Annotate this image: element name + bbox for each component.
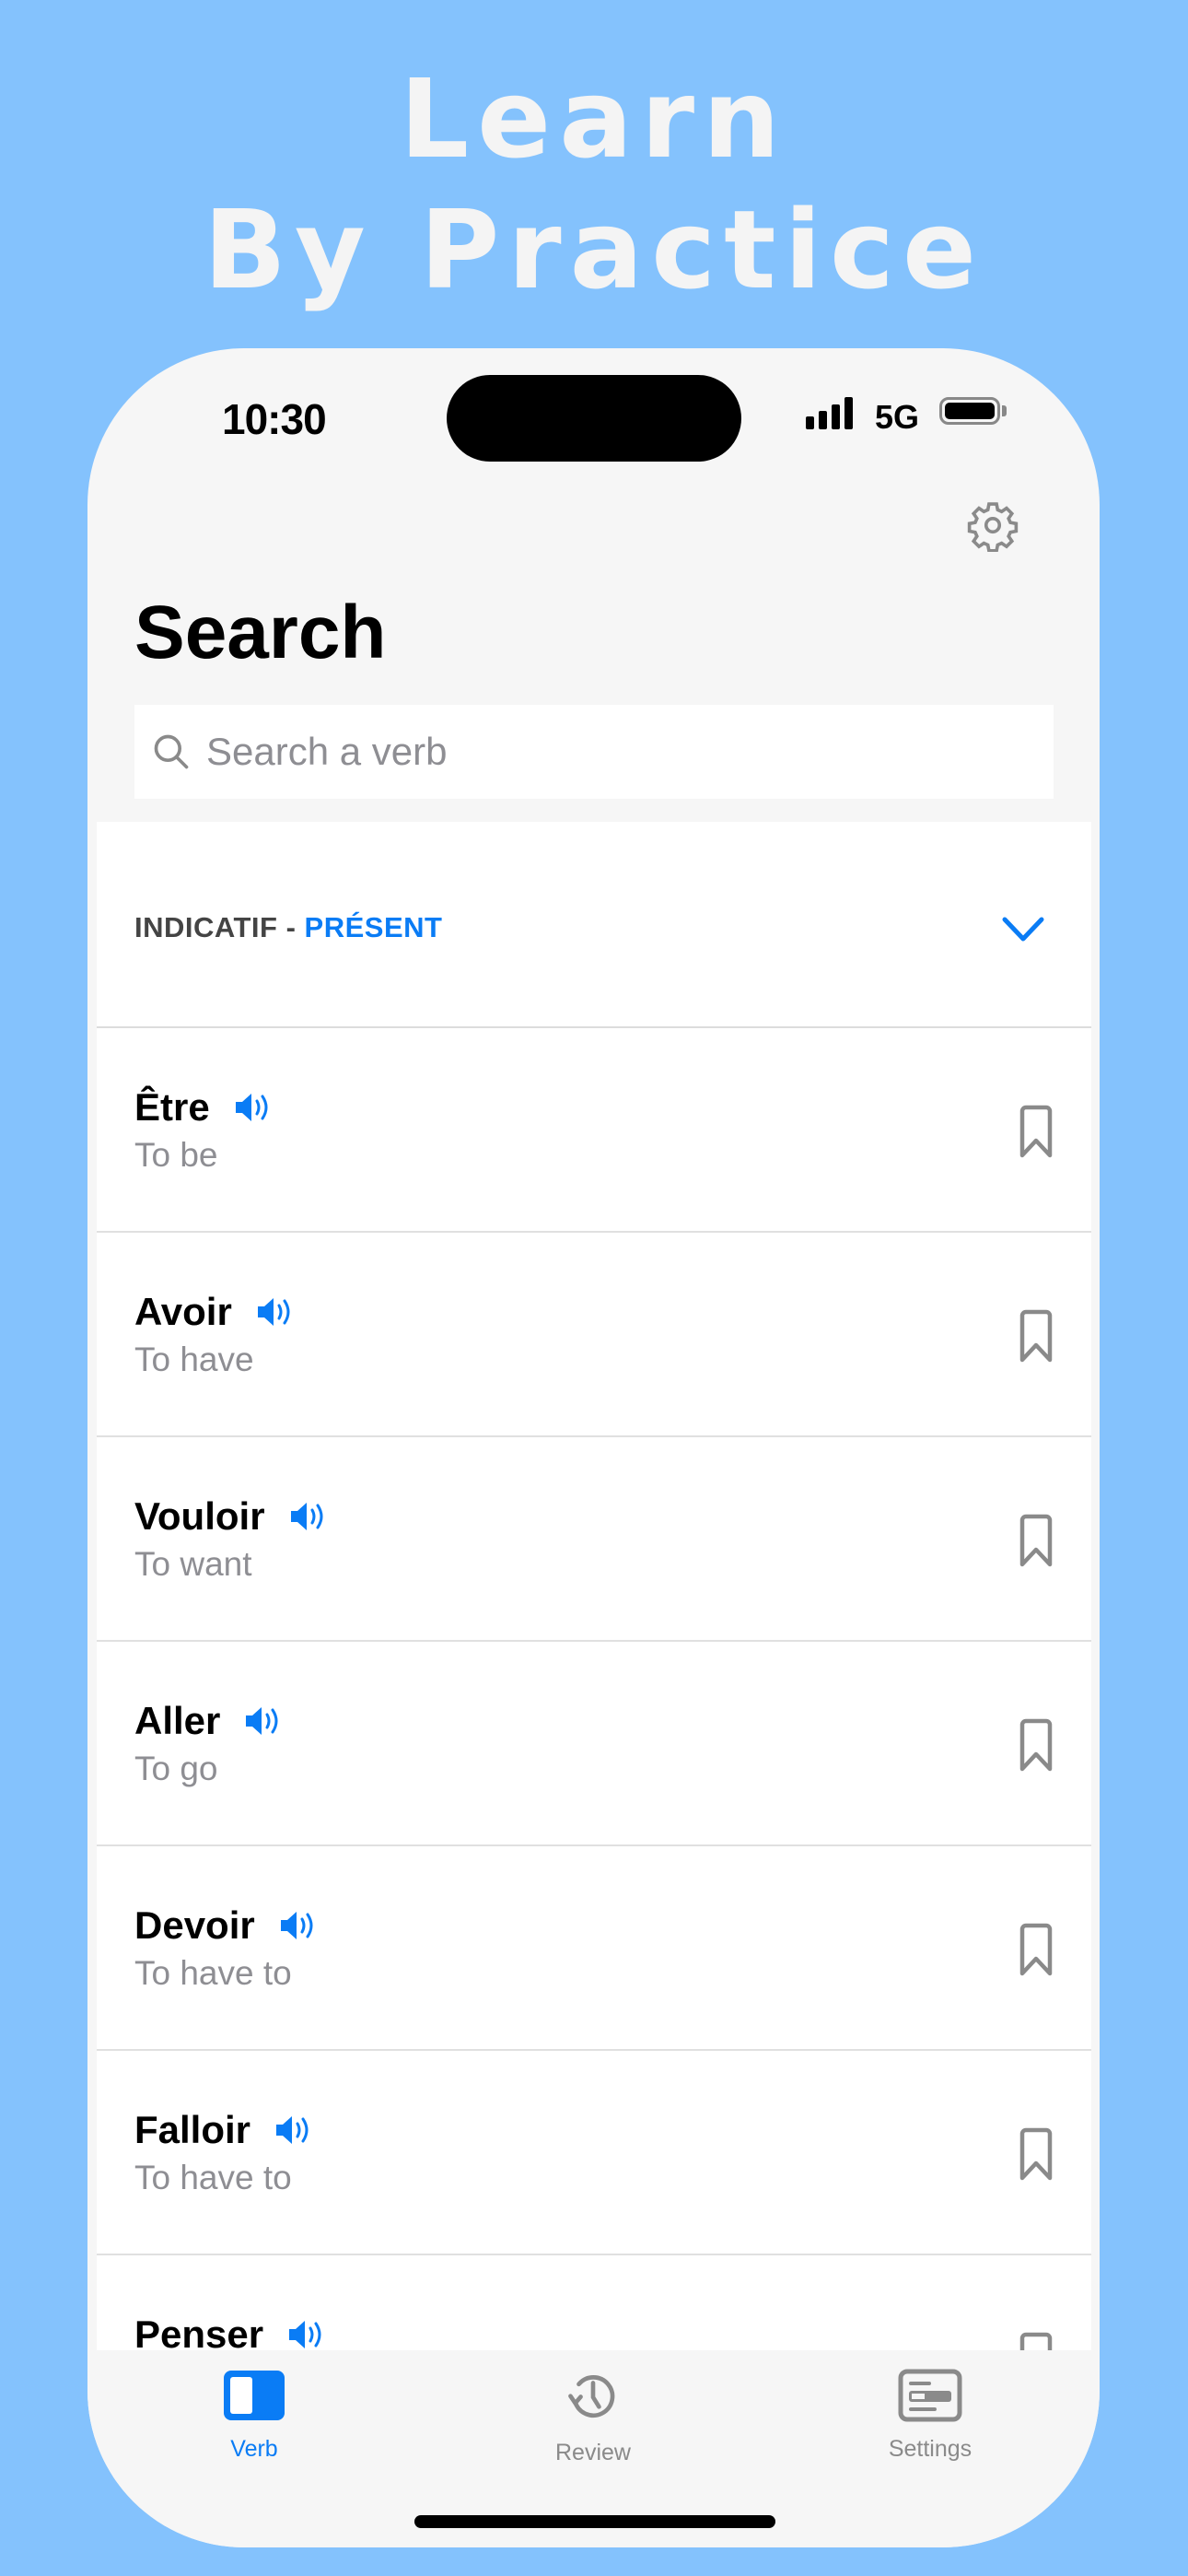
verb-name: Aller: [134, 1699, 221, 1742]
tab-label: Settings: [888, 2436, 973, 2462]
search-icon: [154, 734, 189, 769]
page-title: Search: [134, 591, 387, 674]
speaker-icon[interactable]: [256, 1295, 297, 1329]
bookmark-icon[interactable]: [1018, 1717, 1054, 1773]
bookmark-icon[interactable]: [1018, 2126, 1054, 2182]
verb-name: Devoir: [134, 1903, 255, 1947]
verb-row[interactable]: Falloir To have to: [97, 2051, 1091, 2255]
verb-row[interactable]: Aller To go: [97, 1642, 1091, 1846]
bookmark-icon[interactable]: [1018, 1308, 1054, 1364]
bookmark-icon[interactable]: [1018, 1922, 1054, 1977]
network-type: 5G: [875, 398, 920, 436]
bookmark-icon[interactable]: [1018, 2331, 1054, 2351]
verb-name-wrap: Penser: [134, 2313, 328, 2351]
status-time: 10:30: [222, 395, 327, 443]
verb-name-wrap: Aller: [134, 1699, 285, 1743]
verb-translation: To go: [134, 1750, 218, 1787]
verb-row[interactable]: Devoir To have to: [97, 1846, 1091, 2051]
search-input[interactable]: [204, 729, 945, 775]
tab-settings[interactable]: Settings: [838, 2369, 1022, 2463]
verb-row[interactable]: Penser: [97, 2255, 1091, 2351]
speaker-icon[interactable]: [279, 1909, 320, 1942]
battery-icon: [939, 397, 1000, 425]
verb-name-wrap: Falloir: [134, 2108, 315, 2152]
verb-name: Être: [134, 1085, 210, 1129]
tab-verb[interactable]: Verb: [162, 2369, 346, 2463]
verb-row[interactable]: Avoir To have: [97, 1233, 1091, 1437]
tense-value: PRÉSENT: [304, 911, 443, 943]
bookmark-icon[interactable]: [1018, 1513, 1054, 1568]
verb-name: Falloir: [134, 2108, 251, 2151]
verb-name: Avoir: [134, 1290, 232, 1333]
verb-name: Vouloir: [134, 1494, 265, 1538]
promo-headline-line1: Learn: [399, 55, 789, 182]
tab-label: Review: [555, 2440, 631, 2465]
phone-frame: 10:30 5G Search INDICATIF - PRÉSENT Être…: [87, 348, 1100, 2547]
dynamic-island: [447, 375, 741, 462]
verb-translation: To have: [134, 1341, 254, 1378]
chevron-down-icon[interactable]: [1001, 916, 1045, 943]
speaker-icon[interactable]: [289, 1500, 330, 1533]
verb-row[interactable]: Être To be: [97, 1028, 1091, 1233]
verb-translation: To have to: [134, 1954, 292, 1992]
home-indicator[interactable]: [414, 2515, 775, 2528]
search-bar[interactable]: [134, 705, 1054, 799]
tense-label: INDICATIF - PRÉSENT: [134, 911, 442, 944]
verb-name: Penser: [134, 2313, 264, 2351]
speaker-icon[interactable]: [287, 2318, 328, 2351]
verb-translation: To want: [134, 1545, 252, 1583]
cellular-signal-icon: [806, 396, 853, 429]
speaker-icon[interactable]: [274, 2113, 315, 2147]
battery-cap: [1002, 405, 1007, 416]
speaker-icon[interactable]: [234, 1091, 274, 1124]
bookmark-icon[interactable]: [1018, 1104, 1054, 1159]
verb-name-wrap: Vouloir: [134, 1494, 330, 1539]
verb-translation: To have to: [134, 2159, 292, 2196]
verb-name-wrap: Être: [134, 1085, 274, 1130]
mood-label: INDICATIF: [134, 911, 278, 943]
verb-name-wrap: Devoir: [134, 1903, 320, 1948]
card-icon: [898, 2369, 962, 2422]
sidebar-icon: [224, 2371, 285, 2420]
separator: -: [277, 911, 305, 943]
promo-headline-line2: By Practice: [203, 186, 985, 313]
tab-label: Verb: [230, 2436, 278, 2462]
tense-selector[interactable]: INDICATIF - PRÉSENT: [97, 822, 1091, 1028]
speaker-icon[interactable]: [244, 1704, 285, 1738]
gear-icon[interactable]: [966, 498, 1019, 552]
verb-name-wrap: Avoir: [134, 1290, 297, 1334]
verb-list: INDICATIF - PRÉSENT Être To be Avoir To hav…: [97, 822, 1091, 2351]
verb-row[interactable]: Vouloir To want: [97, 1437, 1091, 1642]
tab-review[interactable]: Review: [501, 2369, 685, 2466]
history-icon: [568, 2375, 615, 2418]
verb-translation: To be: [134, 1136, 218, 1174]
